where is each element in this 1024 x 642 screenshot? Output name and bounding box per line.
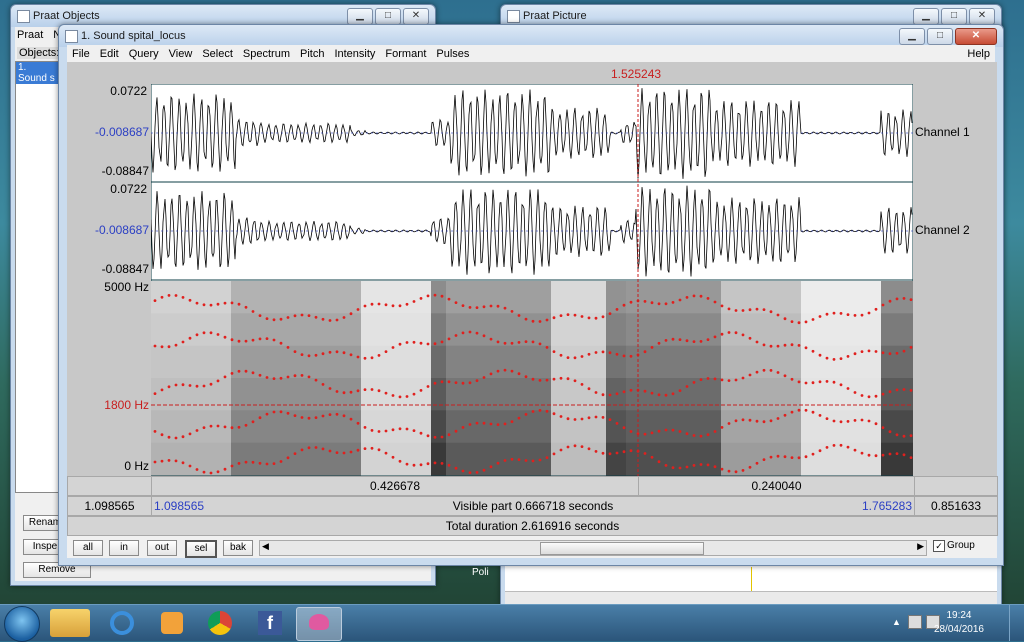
menu-intensity[interactable]: Intensity xyxy=(329,48,380,60)
tray-arrow-icon[interactable]: ▲ xyxy=(892,617,901,627)
visible-part-bar[interactable]: 1.098565 Visible part 0.666718 seconds 1… xyxy=(151,496,915,516)
ch1-mid-label: -0.008687 xyxy=(94,125,149,139)
outer-right-bar xyxy=(914,476,998,496)
menu-pulses[interactable]: Pulses xyxy=(431,48,474,60)
scroll-left-icon[interactable]: ◀ xyxy=(262,541,269,552)
close-button[interactable]: ✕ xyxy=(403,8,429,25)
menu-praat[interactable]: Praat xyxy=(17,29,43,41)
ch1-max-label: 0.0722 xyxy=(110,84,147,98)
praat-app-icon xyxy=(507,10,520,23)
show-desktop-button[interactable] xyxy=(1009,605,1024,641)
picture-scrollbar[interactable] xyxy=(505,591,997,604)
partial-label: Poli xyxy=(472,567,489,578)
maximize-button[interactable]: □ xyxy=(927,28,953,45)
explorer-icon[interactable] xyxy=(50,609,90,637)
menu-view[interactable]: View xyxy=(164,48,198,60)
spectrogram-cursor-freq: 1800 Hz xyxy=(104,398,149,412)
visible-right-time: 1.765283 xyxy=(861,499,912,513)
scroll-right-icon[interactable]: ▶ xyxy=(917,541,924,552)
zoom-selection-button[interactable]: sel xyxy=(185,540,217,558)
visible-part-label: Visible part 0.666718 seconds xyxy=(452,499,614,513)
maximize-button[interactable]: □ xyxy=(375,8,401,25)
objects-list[interactable]: 1. Sound s xyxy=(15,61,61,493)
editor-panel: 1.525243 0.0722 -0.008687 -0.08847 Chann… xyxy=(67,62,998,558)
start-button[interactable] xyxy=(4,606,40,642)
group-label: Group xyxy=(947,540,975,551)
zoom-out-button[interactable]: out xyxy=(147,540,177,556)
group-checkbox[interactable]: ✓ xyxy=(933,540,945,552)
menu-select[interactable]: Select xyxy=(197,48,238,60)
chrome-icon[interactable] xyxy=(198,607,242,639)
clock[interactable]: 19:24 28/04/2016 xyxy=(934,609,984,637)
bottom-controls: all in out sel bak ◀ ▶ ✓ Group xyxy=(67,536,997,558)
praat-taskbar-icon[interactable] xyxy=(296,607,342,641)
menu-formant[interactable]: Formant xyxy=(380,48,431,60)
sound-display[interactable] xyxy=(151,84,913,476)
duration-right-segment[interactable]: 0.240040 xyxy=(638,476,915,496)
list-item[interactable]: 1. Sound s xyxy=(16,62,60,84)
visible-outer-left[interactable]: 1.098565 xyxy=(67,496,152,516)
visible-outer-right[interactable]: 0.851633 xyxy=(914,496,998,516)
menu-edit[interactable]: Edit xyxy=(95,48,124,60)
clock-time: 19:24 xyxy=(946,610,972,621)
close-button[interactable]: ✕ xyxy=(955,28,997,45)
menu-bar: File Edit Query View Select Spectrum Pit… xyxy=(67,45,995,62)
outer-left-bar xyxy=(67,476,152,496)
menu-help[interactable]: Help xyxy=(962,48,995,60)
praat-app-icon xyxy=(17,10,30,23)
visible-left-time: 1.098565 xyxy=(154,499,205,513)
ch2-mid-label: -0.008687 xyxy=(94,223,149,237)
minimize-button[interactable]: ▁ xyxy=(899,28,925,45)
close-button[interactable]: ✕ xyxy=(969,8,995,25)
sound-window-title: 1. Sound spital_locus xyxy=(59,25,1003,47)
clock-date: 28/04/2016 xyxy=(933,624,984,635)
taskbar: f Poli ▲ 19:24 28/04/2016 xyxy=(0,567,1024,642)
sound-editor-window: 1. Sound spital_locus ▁ □ ✕ File Edit Qu… xyxy=(58,24,1004,566)
ch1-min-label: -0.08847 xyxy=(101,164,149,178)
duration-left-segment[interactable]: 0.426678 xyxy=(151,476,639,496)
media-player-icon[interactable] xyxy=(150,607,194,639)
maximize-button[interactable]: □ xyxy=(941,8,967,25)
zoom-all-button[interactable]: all xyxy=(73,540,103,556)
menu-spectrum[interactable]: Spectrum xyxy=(238,48,295,60)
network-icon[interactable] xyxy=(908,615,922,629)
menu-file[interactable]: File xyxy=(67,48,95,60)
objects-label: Objects: xyxy=(17,47,62,59)
zoom-back-button[interactable]: bak xyxy=(223,540,253,556)
cursor-time-label: 1.525243 xyxy=(611,67,662,81)
menu-pitch[interactable]: Pitch xyxy=(295,48,329,60)
horizontal-scrollbar[interactable]: ◀ ▶ xyxy=(259,540,927,556)
scroll-thumb[interactable] xyxy=(540,542,704,555)
spectrogram-top-label: 5000 Hz xyxy=(104,280,149,294)
ch2-min-label: -0.08847 xyxy=(101,262,149,276)
channel1-label: Channel 1 xyxy=(915,125,970,139)
internet-explorer-icon[interactable] xyxy=(100,607,144,639)
spectrogram-bottom-label: 0 Hz xyxy=(124,459,149,473)
minimize-button[interactable]: ▁ xyxy=(913,8,939,25)
zoom-in-button[interactable]: in xyxy=(109,540,139,556)
channel2-label: Channel 2 xyxy=(915,223,970,237)
total-duration-bar[interactable]: Total duration 2.616916 seconds xyxy=(67,516,998,536)
minimize-button[interactable]: ▁ xyxy=(347,8,373,25)
ch2-max-label: 0.0722 xyxy=(110,182,147,196)
menu-query[interactable]: Query xyxy=(124,48,164,60)
facebook-icon[interactable]: f xyxy=(248,607,292,639)
praat-app-icon xyxy=(65,30,78,43)
